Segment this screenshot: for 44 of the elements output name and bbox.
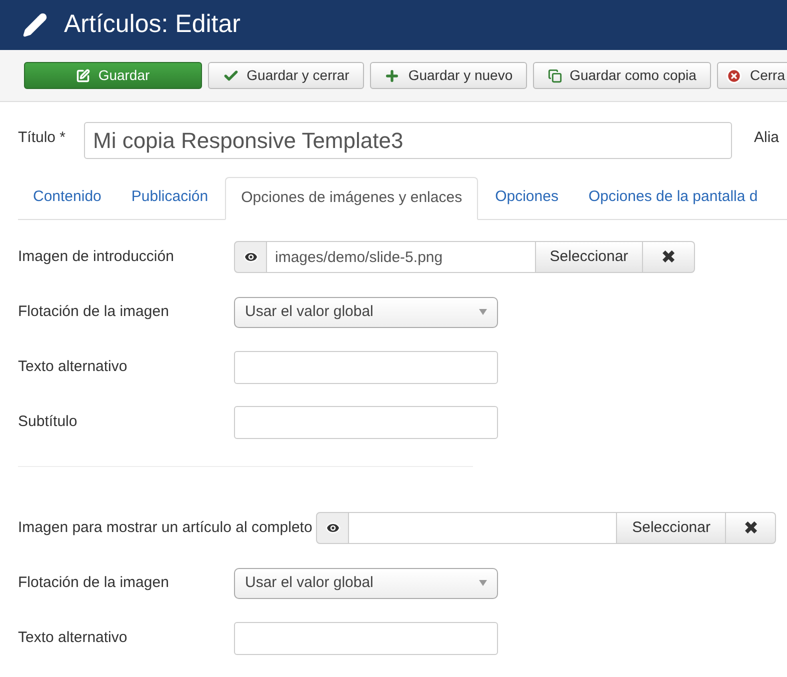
float-select[interactable]: Usar el valor global [234,296,498,328]
clear-button[interactable]: ✖ [726,512,776,544]
clear-button[interactable]: ✖ [643,241,695,273]
preview-button[interactable] [316,512,350,544]
preview-button[interactable] [234,241,267,273]
title-label: Título * [18,128,67,148]
float-select[interactable]: Usar el valor global [234,568,498,598]
tab[interactable]: Opciones de la pantalla d [573,176,773,219]
tab[interactable]: Contenido [18,176,116,219]
save-button[interactable]: Guardar [24,62,202,89]
select-button[interactable]: Seleccionar [535,241,643,273]
dropdown-arrow-icon [479,309,487,315]
tab[interactable]: Opciones de imágenes y enlaces [225,177,478,220]
field-label: Flotación de la imagen [18,572,170,593]
field-label: Imagen para mostrar un artículo al completo [18,518,312,538]
select-button[interactable]: Seleccionar [616,512,726,544]
field-label: Flotación de la imagen [18,302,170,322]
field-label: Texto alternativo [18,356,128,377]
eye-icon [324,520,341,536]
eye-icon [242,249,258,265]
alias-label: Alia [754,128,780,148]
pencil-icon [22,12,48,38]
text-field[interactable] [234,622,498,654]
toolbar-button[interactable]: Guardar como copia [533,62,711,89]
toolbar-button[interactable]: Cerra [717,62,787,89]
field-label: Subtítulo [18,412,78,432]
plus-icon [384,68,400,84]
tab[interactable]: Publicación [116,176,224,219]
edit-icon [76,68,90,82]
tab[interactable]: Opciones [480,176,574,219]
title-field[interactable]: Mi copia Responsive Template3 [84,122,732,159]
text-field[interactable] [234,350,498,384]
check-icon [222,68,239,84]
page-title: Artículos: Editar [64,9,240,40]
dropdown-arrow-icon [479,580,487,586]
close-icon [726,68,742,84]
image-path-field[interactable] [349,512,616,544]
text-field[interactable] [234,406,498,438]
field-label: Texto alternativo [18,628,128,648]
field-label: Imagen de introducción [18,246,175,267]
toolbar-button[interactable]: Guardar y nuevo [370,62,527,89]
toolbar-button[interactable]: Guardar y cerrar [208,62,364,89]
copy-icon [548,68,562,82]
image-path-field[interactable]: images/demo/slide-5.png [267,241,535,273]
